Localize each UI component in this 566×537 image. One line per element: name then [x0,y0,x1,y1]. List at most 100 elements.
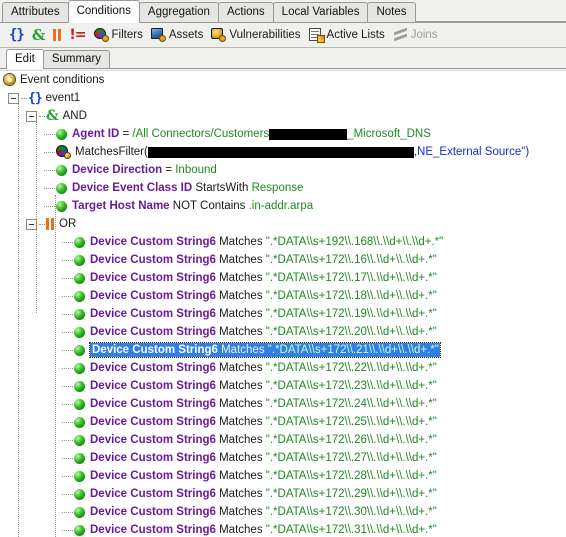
condition-text[interactable]: Device Custom String6 Matches ".*DATA\\s… [90,434,437,446]
condition-text[interactable]: Device Custom String6 Matches ".*DATA\\s… [90,362,437,374]
condition-value: ".*DATA\\s+172\\.28\\.\\d+\\.\\d+.*" [265,470,437,482]
condition-operator: Matches [215,524,266,536]
conditions-toolbar: {} & != Filters Assets Vulnerabilities Active … [0,23,566,48]
condition-text[interactable]: Device Custom String6 Matches ".*DATA\\s… [90,380,437,392]
green-ball-icon [74,506,85,518]
condition-text[interactable]: Device Custom String6 Matches ".*DATA\\s… [90,308,437,320]
tree-connector [62,367,73,369]
condition-field: Device Direction [72,164,163,176]
toolbar-item-label: Joins [410,29,438,41]
tab-notes[interactable]: Notes [367,2,416,22]
condition-text[interactable]: Device Custom String6 Matches ".*DATA\\s… [90,416,437,428]
condition-row[interactable]: Device Custom String6 Matches ".*DATA\\s… [0,431,566,449]
tree-connector [62,241,73,243]
condition-row[interactable]: Device Custom String6 Matches ".*DATA\\s… [0,377,566,395]
condition-field: Device Custom String6 [90,506,216,518]
subtabstrip-filler [109,67,566,68]
toolbar-or-bars-button[interactable] [49,24,65,46]
condition-field: Device Event Class ID [72,182,193,194]
condition-text[interactable]: Device Custom String6 Matches ".*DATA\\s… [90,524,437,536]
condition-row[interactable]: Device Custom String6 Matches ".*DATA\\s… [0,467,566,485]
condition-field: Target Host Name [72,200,170,212]
tab-attributes[interactable]: Attributes [2,2,69,22]
condition-row[interactable]: Device Custom String6 Matches ".*DATA\\s… [0,233,566,251]
green-ball-icon [56,164,67,176]
tree-expander[interactable] [26,218,37,230]
or-bars-icon [53,29,62,41]
condition-operator: NOT Contains [169,200,249,212]
subtab-edit[interactable]: Edit [6,49,44,69]
tree-connector [62,349,73,351]
condition-field: Device Custom String6 [90,380,216,392]
toolbar-ampersand-and-button[interactable]: & [28,24,50,46]
condition-text[interactable]: Device Custom String6 Matches ".*DATA\\s… [89,342,441,358]
condition-text[interactable]: Device Custom String6 Matches ".*DATA\\s… [90,254,437,266]
condition-row[interactable]: Device Custom String6 Matches ".*DATA\\s… [0,269,566,287]
tree-connector [62,511,73,513]
condition-row[interactable]: Device Direction = Inbound [0,161,566,179]
condition-text[interactable]: Device Custom String6 Matches ".*DATA\\s… [90,452,437,464]
tree-expander[interactable] [26,110,37,122]
condition-operator: StartsWith [192,182,252,194]
condition-row[interactable]: Device Custom String6 Matches ".*DATA\\s… [0,449,566,467]
condition-value: ".*DATA\\s+172\\.25\\.\\d+\\.\\d+.*" [265,416,437,428]
condition-row[interactable]: Device Custom String6 Matches ".*DATA\\s… [0,413,566,431]
tab-actions[interactable]: Actions [217,2,274,22]
condition-row[interactable]: Device Event Class ID StartsWith Respons… [0,179,566,197]
condition-row[interactable]: Device Custom String6 Matches ".*DATA\\s… [0,305,566,323]
tree-node-and[interactable]: & AND [0,107,566,125]
toolbar-braces-button[interactable]: {} [5,24,28,46]
condition-row[interactable]: Device Custom String6 Matches ".*DATA\\s… [0,251,566,269]
condition-row[interactable]: Device Custom String6 Matches ".*DATA\\s… [0,395,566,413]
condition-operator: Matches [215,272,266,284]
tab-aggregation[interactable]: Aggregation [138,2,219,22]
condition-operator: Matches [215,236,266,248]
tree-connector [44,133,55,135]
ampersand-and-icon: & [31,26,46,44]
condition-field: Device Custom String6 [90,488,216,500]
condition-text[interactable]: Device Custom String6 Matches ".*DATA\\s… [90,290,437,302]
tree-connector [39,115,45,117]
condition-row[interactable]: Device Custom String6 Matches ".*DATA\\s… [0,521,566,537]
condition-row[interactable]: Device Custom String6 Matches ".*DATA\\s… [0,341,566,359]
tree-node-or[interactable]: OR [0,215,566,233]
toolbar-not-equal-button[interactable]: != [65,24,89,46]
condition-text[interactable]: Device Custom String6 Matches ".*DATA\\s… [90,326,437,338]
toolbar-vulnerabilities-button[interactable]: Vulnerabilities [207,24,304,46]
condition-row[interactable]: Device Custom String6 Matches ".*DATA\\s… [0,485,566,503]
condition-text[interactable]: Device Custom String6 Matches ".*DATA\\s… [90,470,437,482]
condition-field: Device Custom String6 [90,524,216,536]
condition-operator: Matches [215,488,266,500]
condition-value: ".*DATA\\s+172\\.19\\.\\d+\\.\\d+.*" [265,308,437,320]
tree-expander[interactable] [8,92,19,104]
subtab-summary[interactable]: Summary [42,50,111,68]
condition-row[interactable]: Device Custom String6 Matches ".*DATA\\s… [0,503,566,521]
green-ball-icon [74,416,85,428]
condition-text[interactable]: Device Custom String6 Matches ".*DATA\\s… [90,506,437,518]
condition-text[interactable]: Device Custom String6 Matches ".*DATA\\s… [90,398,437,410]
tabstrip-filler [414,2,566,22]
conditions-tree[interactable]: Event conditions{} event1 & AND Agent ID = /… [0,70,566,537]
condition-value: ".*DATA\\s+172\\.24\\.\\d+\\.\\d+.*" [265,398,437,410]
condition-row[interactable]: Device Custom String6 Matches ".*DATA\\s… [0,323,566,341]
condition-text[interactable]: Device Custom String6 Matches ".*DATA\\s… [90,488,437,500]
condition-field: Device Custom String6 [90,398,216,410]
tree-node-event-conditions[interactable]: Event conditions [0,71,566,89]
condition-row[interactable]: Device Custom String6 Matches ".*DATA\\s… [0,359,566,377]
condition-value: ".*DATA\\s+172\\.27\\.\\d+\\.\\d+.*" [265,452,437,464]
toolbar-filters-button[interactable]: Filters [90,24,147,46]
condition-text[interactable]: Device Custom String6 Matches ".*DATA\\s… [90,236,443,248]
condition-row[interactable]: Device Custom String6 Matches ".*DATA\\s… [0,287,566,305]
tab-conditions[interactable]: Conditions [67,0,140,23]
toolbar-active-lists-button[interactable]: Active Lists [305,24,389,46]
condition-text[interactable]: Device Custom String6 Matches ".*DATA\\s… [90,272,437,284]
toolbar-assets-button[interactable]: Assets [147,24,208,46]
condition-row[interactable]: Target Host Name NOT Contains .in-addr.a… [0,197,566,215]
condition-row[interactable]: MatchesFilter(,NE_External Source") [0,143,566,161]
condition-operator: Matches [215,506,266,518]
condition-row[interactable]: Agent ID = /All Connectors/Customers _Mic… [0,125,566,143]
toolbar-item-label: Filters [111,29,143,41]
tree-node-event1[interactable]: {} event1 [0,89,566,107]
tree-connector [62,421,73,423]
tab-local-variables[interactable]: Local Variables [272,2,369,22]
